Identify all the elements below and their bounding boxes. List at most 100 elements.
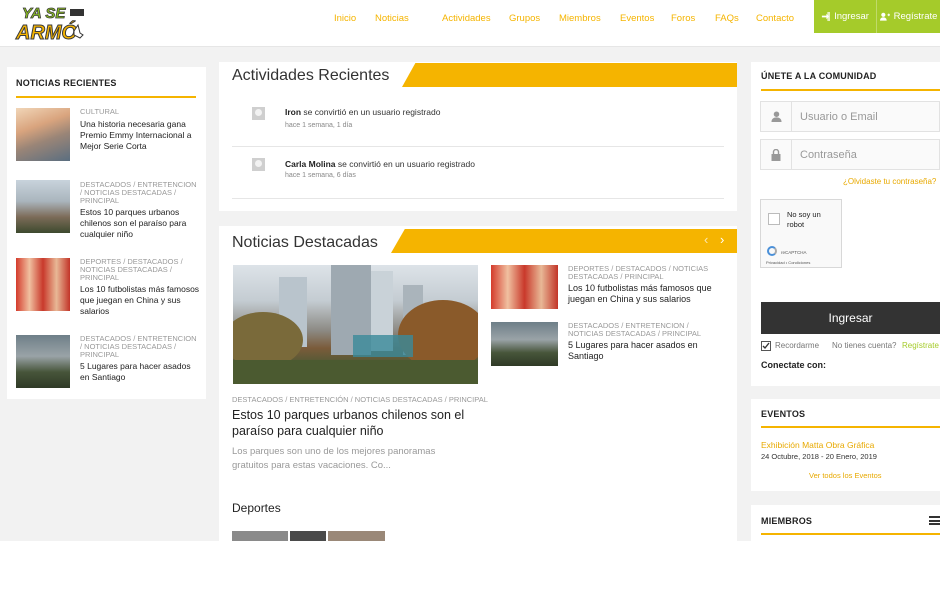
nav-miembros[interactable]: Miembros [559, 13, 601, 24]
recaptcha-label: No soy un robot [787, 210, 821, 229]
user-avatar[interactable] [252, 158, 265, 171]
no-account-text: No tienes cuenta? [832, 341, 897, 350]
recaptcha-brand: reCAPTCHA [781, 250, 807, 255]
news-title[interactable]: 5 Lugares para hacer asados en Santiago [80, 361, 200, 383]
password-input[interactable] [793, 140, 939, 169]
remember-checkbox[interactable] [761, 341, 771, 351]
news-thumbnail[interactable] [16, 108, 70, 161]
username-field[interactable] [760, 101, 940, 132]
check-icon [762, 342, 770, 350]
logo-line-1: YA SE [22, 5, 66, 22]
community-underline [761, 89, 940, 91]
nav-foros[interactable]: Foros [671, 13, 695, 24]
featured-news-widget: Noticias Destacadas ‹ › DESTACADOS / ENT… [219, 226, 737, 541]
news-thumbnail[interactable] [491, 265, 558, 309]
members-underline [761, 533, 940, 535]
site-header: YA SE ARMÓ Inicio Noticias Actividades G… [0, 0, 940, 47]
featured-main-title[interactable]: Estos 10 parques urbanos chilenos son el… [232, 407, 482, 439]
user-plus-icon [879, 12, 890, 21]
activity-time: hace 1 semana, 1 día [285, 122, 353, 129]
carousel-prev-icon[interactable]: ‹ [704, 232, 708, 247]
page: YA SE ARMÓ Inicio Noticias Actividades G… [0, 0, 940, 600]
nav-faqs[interactable]: FAQs [715, 13, 739, 24]
news-title[interactable]: Los 10 futbolistas más famosos que juega… [80, 284, 200, 317]
featured-main-image[interactable] [233, 265, 478, 384]
nav-grupos[interactable]: Grupos [509, 13, 540, 24]
activity-user-link[interactable]: Iron [285, 107, 301, 117]
news-thumbnail[interactable] [16, 180, 70, 233]
nav-contacto[interactable]: Contacto [756, 13, 794, 24]
news-title[interactable]: Los 10 futbolistas más famosos que juega… [568, 283, 728, 305]
news-category[interactable]: DESTACADOS / ENTRETENCION / NOTICIAS DES… [80, 335, 198, 359]
remember-label: Recordarme [775, 341, 820, 350]
sports-thumbnail[interactable] [290, 531, 326, 541]
nav-noticias[interactable]: Noticias [375, 13, 409, 24]
news-category[interactable]: CULTURAL [80, 108, 200, 116]
news-category[interactable]: DESTACADOS / ENTRETENCION / NOTICIAS DES… [568, 322, 718, 338]
news-thumbnail[interactable] [16, 335, 70, 388]
recaptcha-box: No soy un robot reCAPTCHA Privacidad • C… [760, 199, 842, 268]
nav-eventos[interactable]: Eventos [620, 13, 654, 24]
event-dates: 24 Octubre, 2018 - 20 Enero, 2019 [761, 452, 877, 461]
site-logo[interactable]: YA SE ARMÓ [14, 1, 92, 47]
news-category[interactable]: DEPORTES / DESTACADOS / NOTICIAS DESTACA… [80, 258, 198, 282]
divider [232, 198, 724, 199]
activity-time: hace 1 semana, 6 días [285, 172, 356, 179]
news-title[interactable]: Estos 10 parques urbanos chilenos son el… [80, 207, 200, 240]
news-category[interactable]: DEPORTES / DESTACADOS / NOTICIAS DESTACA… [568, 265, 718, 281]
activity-user-link[interactable]: Carla Molina [285, 159, 336, 169]
divider [232, 146, 724, 147]
sports-heading: Deportes [232, 501, 281, 515]
recaptcha-links[interactable]: Privacidad • Condiciones [766, 260, 810, 265]
members-widget: MIEMBROS [751, 505, 940, 541]
connect-with-label: Conectate con: [761, 360, 827, 370]
browser-viewport: YA SE ARMÓ Inicio Noticias Actividades G… [0, 0, 940, 541]
featured-main-category[interactable]: DESTACADOS / ENTRETENCIÓN / NOTICIAS DES… [232, 396, 492, 404]
news-category[interactable]: DESTACADOS / ENTRETENCION / NOTICIAS DES… [80, 181, 198, 205]
hamburger-menu-icon[interactable] [929, 516, 940, 525]
news-thumbnail[interactable] [16, 258, 70, 311]
featured-title-stripe [391, 229, 737, 253]
username-input[interactable] [793, 102, 939, 131]
community-title: ÚNETE A LA COMUNIDAD [761, 71, 877, 81]
news-title[interactable]: 5 Lugares para hacer asados en Santiago [568, 340, 718, 362]
password-field[interactable] [760, 139, 940, 170]
events-underline [761, 426, 940, 428]
event-name-link[interactable]: Exhibición Matta Obra Gráfica [761, 440, 874, 450]
sports-thumbnail[interactable] [232, 531, 288, 541]
events-title: EVENTOS [761, 409, 806, 419]
logo-line-2: ARMÓ [15, 20, 78, 44]
activities-title-stripe [402, 63, 737, 87]
activities-title: Actividades Recientes [232, 67, 390, 84]
header-register-label: Regístrate [893, 11, 938, 22]
activity-text: se convirtió en un usuario registrado [335, 159, 475, 169]
recaptcha-checkbox[interactable] [768, 213, 780, 225]
user-icon [761, 102, 792, 131]
header-register-button[interactable]: Regístrate [876, 0, 940, 33]
recent-news-widget: NOTICIAS RECIENTES CULTURAL Una historia… [7, 67, 206, 399]
featured-main-excerpt: Los parques son uno de los mejores panor… [232, 446, 436, 471]
carousel-next-icon[interactable]: › [720, 232, 724, 247]
forgot-password-link[interactable]: ¿Olvidaste tu contraseña? [843, 177, 936, 186]
recent-news-underline [16, 96, 196, 98]
news-thumbnail[interactable] [491, 322, 558, 366]
events-widget: EVENTOS Exhibición Matta Obra Gráfica 24… [751, 399, 940, 491]
recent-activities-widget: Actividades Recientes Iron se convirtió … [219, 62, 737, 211]
featured-title: Noticias Destacadas [232, 234, 378, 251]
lock-icon [761, 140, 792, 169]
sports-thumbnail[interactable] [328, 531, 385, 541]
register-link[interactable]: Regístrate [902, 341, 939, 350]
see-all-events-link[interactable]: Ver todos los Eventos [809, 471, 882, 480]
activity-text: se convirtió en un usuario registrado [301, 107, 441, 117]
login-submit-button[interactable]: Ingresar [761, 302, 940, 334]
recent-news-title: NOTICIAS RECIENTES [16, 78, 117, 88]
nav-inicio[interactable]: Inicio [334, 13, 356, 24]
sign-in-icon [821, 12, 831, 21]
header-login-label: Ingresar [834, 11, 869, 22]
user-avatar[interactable] [252, 107, 265, 120]
header-login-button[interactable]: Ingresar [814, 0, 876, 33]
recaptcha-logo-icon [767, 246, 777, 256]
nav-actividades[interactable]: Actividades [442, 13, 491, 24]
news-title[interactable]: Una historia necesaria gana Premio Emmy … [80, 119, 200, 152]
members-title: MIEMBROS [761, 516, 813, 526]
